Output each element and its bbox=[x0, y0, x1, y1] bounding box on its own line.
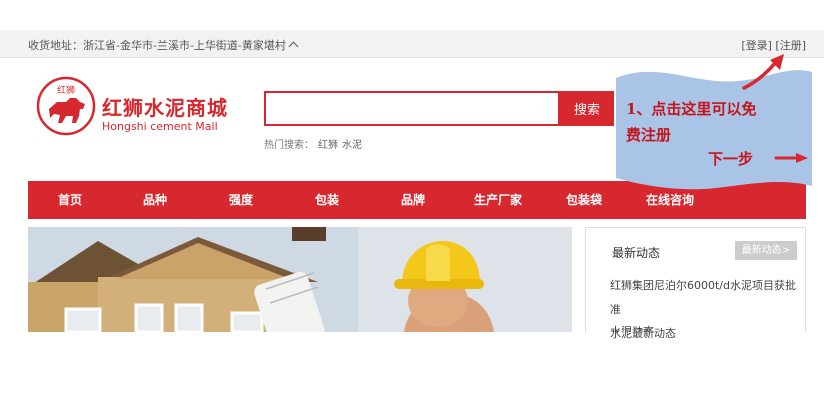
nav-item-manufacturer[interactable]: 生产厂家 bbox=[458, 181, 538, 219]
lion-logo-icon[interactable]: 红狮 bbox=[36, 76, 96, 136]
chevron-up-icon[interactable] bbox=[288, 41, 299, 52]
callout-line-2: 费注册 bbox=[626, 126, 672, 144]
nav-item-home[interactable]: 首页 bbox=[30, 181, 110, 219]
top-bar: 收货地址：浙江省-金华市-兰溪市-上华街道-黄家堪村 [登录] [注册] bbox=[0, 30, 824, 58]
worker-house-illustration bbox=[28, 227, 572, 332]
search-box bbox=[264, 91, 560, 126]
delivery-address[interactable]: 收货地址：浙江省-金华市-兰溪市-上华街道-黄家堪村 bbox=[28, 37, 299, 53]
next-step-button[interactable]: 下一步 bbox=[708, 148, 753, 169]
tutorial-callout-text: 1、点击这里可以免 费注册 bbox=[626, 96, 756, 148]
nav-item-brand[interactable]: 品牌 bbox=[373, 181, 453, 219]
auth-links: [登录] [注册] bbox=[741, 37, 806, 53]
nav-item-packaging[interactable]: 包装 bbox=[287, 181, 367, 219]
hot-search: 热门搜索： 红狮 水泥 bbox=[264, 136, 362, 151]
news-more-button[interactable]: 最新动态> bbox=[735, 241, 797, 260]
nav-item-strength[interactable]: 强度 bbox=[201, 181, 281, 219]
search-button[interactable]: 搜索 bbox=[560, 91, 614, 126]
hot-keyword[interactable]: 水泥 bbox=[342, 140, 362, 151]
address-value: 浙江省-金华市-兰溪市-上华街道-黄家堪村 bbox=[83, 39, 286, 52]
main-nav: 首页 品种 强度 包装 品牌 生产厂家 包装袋 在线咨询 bbox=[28, 181, 806, 219]
news-item[interactable]: 红狮集团尼泊尔6000t/d水泥项目获批准 水泥最新动态 bbox=[610, 274, 796, 346]
logo-text: 红狮 bbox=[57, 84, 75, 96]
news-item-line: 红狮集团尼泊尔6000t/d水泥项目获批准 bbox=[610, 279, 796, 316]
nav-item-variety[interactable]: 品种 bbox=[115, 181, 195, 219]
brand-name-english: Hongshi cement Mall bbox=[102, 120, 218, 133]
callout-line-1: 1、点击这里可以免 bbox=[626, 100, 757, 118]
register-link[interactable]: [注册] bbox=[775, 39, 806, 52]
hot-keyword[interactable]: 红狮 bbox=[318, 140, 338, 151]
login-link[interactable]: [登录] bbox=[741, 39, 772, 52]
search-input[interactable] bbox=[266, 93, 558, 124]
address-label: 收货地址： bbox=[28, 39, 83, 52]
nav-item-bags[interactable]: 包装袋 bbox=[544, 181, 624, 219]
hot-search-label: 热门搜索： bbox=[264, 140, 314, 151]
news-item[interactable]: 水泥动态 bbox=[610, 322, 796, 332]
hero-banner[interactable] bbox=[28, 227, 572, 332]
news-title: 最新动态 bbox=[612, 246, 661, 260]
latest-news-panel: 最新动态 最新动态> 红狮集团尼泊尔6000t/d水泥项目获批准 水泥最新动态 … bbox=[585, 227, 806, 340]
nav-item-consult[interactable]: 在线咨询 bbox=[630, 181, 710, 219]
brand-name[interactable]: 红狮水泥商城 bbox=[102, 92, 228, 121]
arrow-to-register-icon bbox=[742, 60, 778, 90]
